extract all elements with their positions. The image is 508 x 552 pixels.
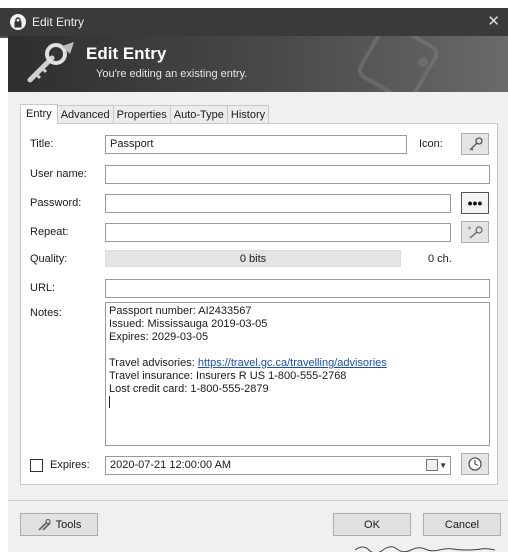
banner-title: Edit Entry — [86, 44, 167, 63]
keepass-lock-icon — [10, 14, 26, 30]
notes-line-text: Travel advisories: — [109, 357, 198, 369]
generate-key-icon — [468, 226, 483, 239]
expires-checkbox[interactable] — [30, 459, 43, 472]
banner-decoration — [357, 36, 439, 92]
username-field[interactable] — [105, 165, 490, 184]
travel-advisories-link[interactable]: https://travel.gc.ca/travelling/advisori… — [198, 357, 387, 369]
quality-char-count: 0 ch. — [428, 253, 452, 265]
tab-auto-type[interactable]: Auto-Type — [169, 105, 228, 124]
repeat-label: Repeat: — [30, 226, 69, 238]
calendar-dropdown[interactable]: ▼ — [426, 459, 447, 471]
title-label: Title: — [30, 138, 54, 150]
chevron-down-icon: ▼ — [439, 460, 447, 470]
username-label: User name: — [30, 168, 87, 180]
entry-form: Title: Passport Icon: User name: Passwor… — [20, 123, 498, 485]
header-banner: Edit Entry You're editing an existing en… — [8, 36, 508, 92]
tools-button[interactable]: Tools — [20, 513, 98, 536]
calendar-icon — [426, 459, 439, 471]
banner-subtitle: You're editing an existing entry. — [96, 68, 248, 80]
quality-meter: 0 bits — [105, 250, 401, 267]
quality-label: Quality: — [30, 253, 68, 265]
notes-label: Notes: — [30, 307, 62, 319]
expiry-presets-button[interactable] — [461, 453, 489, 475]
tools-button-label: Tools — [55, 518, 82, 531]
tab-entry[interactable]: Entry — [20, 104, 58, 124]
notes-line: Passport number: AI2433567 — [109, 305, 252, 317]
password-generator-button[interactable] — [461, 221, 489, 243]
tools-icon — [38, 518, 51, 531]
tab-advanced[interactable]: Advanced — [56, 105, 114, 124]
icon-picker-button[interactable] — [461, 133, 489, 155]
close-icon[interactable]: ✕ — [487, 12, 500, 30]
cropped-handwriting — [355, 546, 495, 552]
repeat-password-field[interactable] — [105, 223, 451, 242]
expires-datetime-field[interactable]: 2020-07-21 12:00:00 AM ▼ — [105, 456, 451, 475]
expires-label: Expires: — [50, 459, 90, 471]
notes-line: Travel insurance: Insurers R US 1-800-55… — [109, 370, 347, 382]
keys-icon — [27, 42, 74, 83]
cancel-button[interactable]: Cancel — [423, 513, 501, 536]
window-title: Edit Entry — [32, 15, 85, 29]
tab-history[interactable]: History — [226, 105, 270, 124]
notes-advisories-line: Travel advisories: https://travel.gc.ca/… — [109, 357, 486, 370]
text-cursor — [109, 396, 110, 408]
title-field[interactable]: Passport — [105, 135, 407, 154]
ok-button[interactable]: OK — [333, 513, 411, 536]
tab-properties[interactable]: Properties — [112, 105, 171, 124]
notes-line: Expires: 2029-03-05 — [109, 331, 209, 343]
url-field[interactable] — [105, 279, 490, 298]
window-titlebar: Edit Entry ✕ — [0, 8, 508, 36]
tab-strip: Entry Advanced Properties Auto-Type Hist… — [20, 104, 270, 124]
icon-label: Icon: — [419, 138, 443, 150]
password-label: Password: — [30, 197, 82, 209]
password-field[interactable] — [105, 194, 451, 213]
show-password-button[interactable]: ••• — [461, 192, 489, 214]
notes-line: Issued: Mississauga 2019-03-05 — [109, 318, 268, 330]
notes-line — [109, 344, 486, 357]
key-icon — [469, 137, 483, 151]
clock-icon — [468, 457, 482, 471]
notes-line: Lost credit card: 1-800-555-2879 — [109, 383, 269, 395]
dialog-body: Entry Advanced Properties Auto-Type Hist… — [8, 92, 508, 552]
button-separator — [8, 500, 508, 501]
url-label: URL: — [30, 282, 56, 294]
notes-textarea[interactable]: Passport number: AI2433567 Issued: Missi… — [105, 302, 490, 446]
expires-datetime-value: 2020-07-21 12:00:00 AM — [110, 459, 232, 471]
